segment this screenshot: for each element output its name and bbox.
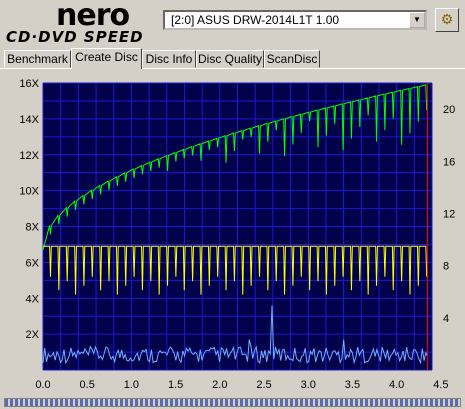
x-tick-label: 1.0 (124, 379, 139, 391)
y-right-tick-label: 4 (443, 313, 449, 325)
tab-benchmark[interactable]: Benchmark (4, 50, 71, 68)
y-left-tick-label: 8X (26, 222, 40, 234)
y-left-tick-label: 10X (19, 186, 39, 198)
settings-button[interactable]: ⚙ (435, 8, 459, 32)
tab-create-disc[interactable]: Create Disc (71, 48, 142, 69)
settings-icon: ⚙ (440, 11, 454, 27)
y-left-tick-label: 14X (19, 114, 39, 126)
y-right-tick-label: 8 (443, 261, 449, 273)
tab-scandisc[interactable]: ScanDisc (264, 50, 320, 68)
speed-chart: 2X 4X 6X 8X 10X 12X 14X 16X 4 8 12 16 20 0.0 0.5 1.0 1.5… (19, 78, 455, 391)
tab-disc-quality[interactable]: Disc Quality (196, 50, 264, 68)
x-tick-label: 1.5 (168, 379, 183, 391)
x-tick-label: 4.5 (433, 379, 448, 391)
x-tick-label: 2.0 (212, 379, 227, 391)
drive-select-value: [2:0] ASUS DRW-2014L1T 1.00 (171, 13, 340, 27)
y-left-tick-label: 16X (19, 78, 39, 90)
x-tick-label: 2.5 (256, 379, 271, 391)
y-left-tick-label: 4X (26, 293, 40, 305)
app-logo: nero CD·DVD SPEED (6, 0, 156, 46)
y-left-tick-label: 12X (19, 150, 39, 162)
logo-subtitle: CD·DVD SPEED (6, 28, 144, 46)
y-left-tick-label: 6X (26, 257, 40, 269)
x-tick-label: 0.0 (35, 379, 50, 391)
x-tick-label: 4.0 (389, 379, 404, 391)
tab-disc-info[interactable]: Disc Info (142, 50, 196, 68)
chevron-down-icon[interactable]: ▼ (409, 12, 425, 28)
progress-bar (4, 398, 461, 407)
y-left-tick-label: 2X (26, 329, 40, 341)
header: nero CD·DVD SPEED [2:0] ASUS DRW-2014L1T… (0, 0, 465, 48)
x-tick-label: 3.5 (345, 379, 360, 391)
x-tick-label: 0.5 (80, 379, 95, 391)
drive-select[interactable]: [2:0] ASUS DRW-2014L1T 1.00 ▼ (163, 10, 427, 30)
x-tick-label: 3.0 (301, 379, 316, 391)
y-right-tick-label: 12 (443, 208, 455, 220)
y-right-tick-label: 20 (443, 104, 455, 116)
y-right-tick-label: 16 (443, 156, 455, 168)
progress-fill (5, 399, 460, 406)
